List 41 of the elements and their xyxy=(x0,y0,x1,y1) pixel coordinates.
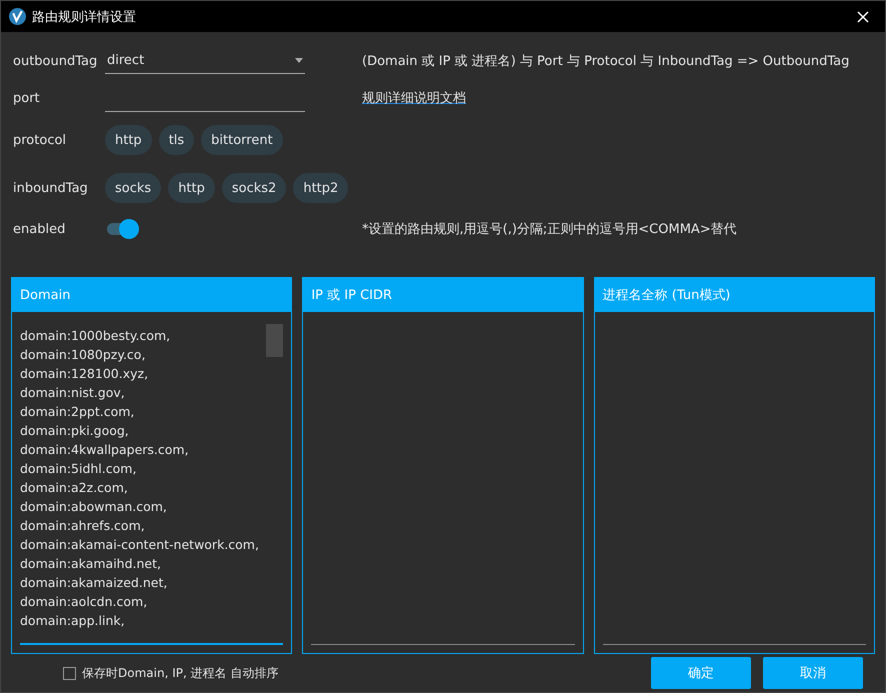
inbound-tag-chip[interactable]: http2 xyxy=(293,173,348,203)
domain-entry: domain:akamaized.net, xyxy=(20,574,168,592)
field-label: enabled xyxy=(13,222,66,236)
domain-entry: domain:nist.gov, xyxy=(20,384,126,402)
auto-sort-checkbox[interactable] xyxy=(63,666,76,680)
doc-link[interactable]: 规则详细说明文档 xyxy=(362,89,466,107)
protocol-chip[interactable]: tls xyxy=(158,125,194,155)
field-label: protocol xyxy=(13,132,68,148)
window-title: 路由规则详情设置 xyxy=(32,8,137,26)
domain-entry: domain:2ppt.com, xyxy=(20,403,136,421)
panel-header: Domain xyxy=(12,278,292,312)
domain-entry: domain:aolcdn.com, xyxy=(20,593,148,611)
domain-entry: domain:1080pzy.co, xyxy=(20,346,146,364)
field-label: outboundTag xyxy=(13,54,98,68)
inbound-tag-chip[interactable]: socks xyxy=(105,173,162,203)
protocol-chip[interactable]: http xyxy=(105,125,152,155)
domain-entry: domain:akamai-content-network.com, xyxy=(20,536,259,554)
domain-entry: domain:a2z.com, xyxy=(20,479,129,497)
field-label: port xyxy=(13,90,41,106)
domain-entry: domain:abowman.com, xyxy=(20,498,168,516)
inbound-tag-chip[interactable]: http xyxy=(168,173,215,203)
domain-entry: domain:ahrefs.com, xyxy=(20,517,146,535)
close-icon xyxy=(857,10,869,22)
checkbox-label: 保存时Domain, IP, 进程名 自动排序 xyxy=(82,664,280,682)
panel-header: 进程名全称 (Tun模式) xyxy=(594,278,874,312)
app-logo-icon xyxy=(9,8,26,25)
outbound-tag-dropdown[interactable]: direct xyxy=(105,48,305,74)
domain-entry: domain:128100.xyz, xyxy=(20,365,150,383)
panel-header: IP 或 IP CIDR xyxy=(303,278,583,312)
field-label: inboundTag xyxy=(13,180,89,196)
protocol-chip[interactable]: bittorrent xyxy=(201,125,283,155)
caret-icon xyxy=(295,58,303,63)
domain-entry: domain:app.link, xyxy=(20,612,126,630)
domain-entry: domain:pki.goog, xyxy=(20,422,130,440)
rule-formula-text: (Domain 或 IP 或 进程名) 与 Port 与 Protocol 与 InboundTag => OutboundTag xyxy=(362,53,850,70)
domain-entry: domain:1000besty.com, xyxy=(20,327,172,345)
domain-entry: domain:akamaihd.net, xyxy=(20,555,162,573)
domain-entry: domain:5idhl.com, xyxy=(20,460,138,478)
domain-entry: domain:4kwallpapers.com, xyxy=(20,441,190,459)
inbound-tag-chip[interactable]: socks2 xyxy=(222,173,286,203)
hint-text: *设置的路由规则,用逗号(,)分隔;正则中的逗号用<COMMA>替代 xyxy=(362,221,737,238)
